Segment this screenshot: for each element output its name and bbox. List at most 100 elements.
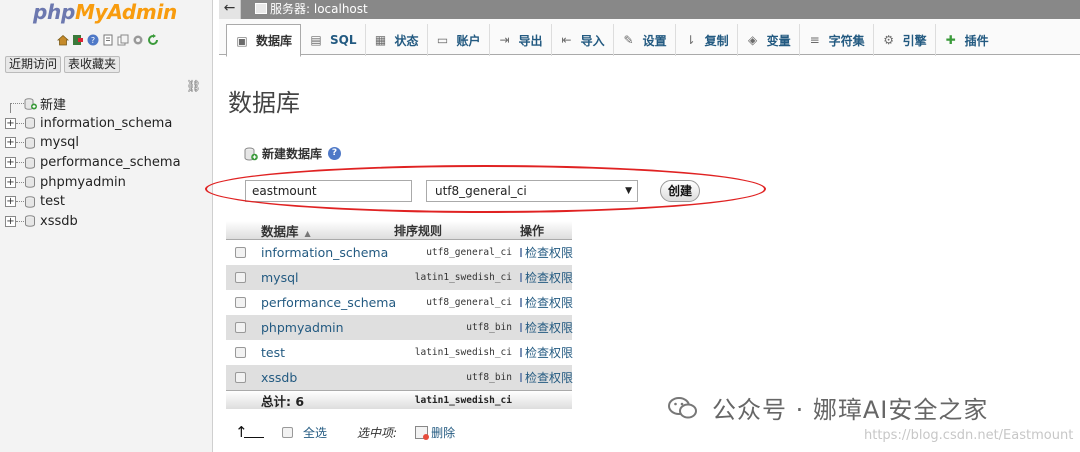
action-label: 检查权限 [525,271,574,285]
privileges-icon [520,348,522,357]
tree-item-information-schema[interactable]: + information_schema [0,114,212,134]
wechat-icon [668,396,697,418]
svg-text:?: ? [91,36,95,45]
help-icon[interactable]: ? [87,34,99,46]
database-icon [25,137,35,149]
tab-settings[interactable]: ✎ 设置 [614,24,676,56]
database-link[interactable]: performance_schema [254,295,396,310]
tab-import[interactable]: ⇤ 导入 [552,24,614,56]
privileges-icon [520,323,522,332]
sort-ascending-icon: ▲ [304,228,311,238]
tab-replication[interactable]: ⇂ 复制 [676,24,738,56]
copy-icon[interactable] [117,34,129,46]
database-link[interactable]: test [254,345,392,360]
database-link[interactable]: phpmyadmin [254,320,392,335]
tab-plugins[interactable]: ✚ 插件 [936,24,997,56]
databases-table: 数据库 ▲ 排序规则 操作 information_schema utf8_gen… [226,221,574,409]
tree-item-label: phpmyadmin [40,174,126,190]
tree-item-phpmyadmin[interactable]: + phpmyadmin [0,172,212,192]
table-row: test latin1_swedish_ci 检查权限 [226,340,574,365]
arrow-up-icon: ↑ [235,423,265,441]
expand-icon[interactable]: + [5,176,16,188]
database-link[interactable]: information_schema [254,245,392,260]
expand-icon[interactable]: + [5,157,16,169]
tab-engines[interactable]: ⚙ 引擎 [874,24,936,56]
create-database-label: 新建数据库 [262,147,323,161]
settings-gear-icon[interactable] [132,34,144,46]
wrench-icon: ✎ [623,33,634,47]
delete-button[interactable]: 删除 [431,424,455,441]
database-icon [25,176,35,188]
collation-select[interactable]: utf8_general_ci ▼ [426,180,638,202]
check-privileges-link[interactable]: 检查权限 [514,344,574,361]
tree-item-performance-schema[interactable]: + performance_schema [0,153,212,173]
tree-item-xssdb[interactable]: + xssdb [0,212,212,232]
row-checkbox[interactable] [234,247,246,258]
select-all-checkbox[interactable] [282,426,293,438]
collapse-navigation-button[interactable]: ← [219,0,241,19]
row-checkbox[interactable] [234,322,246,333]
database-icon [25,215,35,228]
action-label: 检查权限 [525,246,574,260]
table-footer: 总计: 6 latin1_swedish_ci [226,390,572,409]
total-count: 总计: 6 [261,393,305,409]
help-icon[interactable]: ? [328,147,342,160]
documentation-icon[interactable] [102,34,114,46]
header-label: 数据库 [261,223,299,239]
expand-icon[interactable]: + [5,117,16,129]
server-label[interactable]: 服务器: localhost [270,2,368,16]
create-button[interactable]: 创建 [660,180,700,202]
watermark-text: 公众号 · 娜璋AI安全之家 [712,396,989,424]
logout-icon[interactable] [72,34,84,46]
tab-export[interactable]: ⇥ 导出 [490,24,552,56]
favorites-tab[interactable]: 表收藏夹 [64,56,121,73]
collation-cell: latin1_swedish_ci [414,272,512,283]
expand-icon[interactable]: + [5,137,16,149]
check-privileges-link[interactable]: 检查权限 [514,294,573,311]
tab-sql[interactable]: ▤ SQL [301,24,366,56]
expand-icon[interactable]: + [5,196,16,208]
tab-accounts[interactable]: ▭ 账户 [428,24,490,56]
link-with-main-icon[interactable]: ⛓ [186,79,201,93]
phpmyadmin-logo[interactable]: phpMyAdmin [33,0,177,24]
tab-charsets[interactable]: ≡ 字符集 [800,24,874,56]
select-all-label[interactable]: 全选 [303,424,327,441]
tab-variables[interactable]: ◈ 变量 [738,24,800,56]
charset-icon: ≡ [809,33,820,47]
collation-value: utf8_general_ci [435,184,527,198]
tab-databases[interactable]: ▣ 数据库 [226,24,302,57]
check-privileges-link[interactable]: 检查权限 [514,244,574,261]
nav-icon-bar: ? [57,34,159,46]
database-name-input[interactable] [245,180,412,202]
row-checkbox[interactable] [234,372,246,383]
collation-cell: utf8_bin [466,322,512,333]
server-breadcrumb: 服务器: localhost [241,0,1080,19]
tab-label: 变量 [766,33,791,48]
row-checkbox[interactable] [234,272,246,283]
reload-icon[interactable] [147,34,159,46]
tree-item-label: mysql [40,135,79,151]
action-label: 检查权限 [525,346,574,360]
tree-item-test[interactable]: + test [0,192,212,212]
tree-connector [16,181,24,183]
tree-item-mysql[interactable]: + mysql [0,133,212,153]
row-checkbox[interactable] [234,297,246,308]
home-icon[interactable] [57,34,69,46]
plugins-icon: ✚ [945,33,956,47]
header-collation[interactable]: 排序规则 [392,222,514,239]
tree-connector [10,104,11,113]
check-privileges-link[interactable]: 检查权限 [514,319,574,336]
recent-tab[interactable]: 近期访问 [5,56,62,73]
header-database[interactable]: 数据库 ▲ [254,221,392,240]
table-row: xssdb utf8_bin 检查权限 [226,365,573,390]
database-link[interactable]: mysql [254,270,392,285]
table-row: information_schema utf8_general_ci 检查权限 [226,240,574,265]
tree-item-new[interactable]: 新建 [0,94,212,114]
action-label: 检查权限 [525,321,574,335]
check-privileges-link[interactable]: 检查权限 [514,269,574,286]
tab-status[interactable]: ▦ 状态 [366,24,428,56]
check-privileges-link[interactable]: 检查权限 [514,369,573,386]
row-checkbox[interactable] [234,347,246,358]
expand-icon[interactable]: + [5,215,16,227]
database-link[interactable]: xssdb [254,370,392,385]
